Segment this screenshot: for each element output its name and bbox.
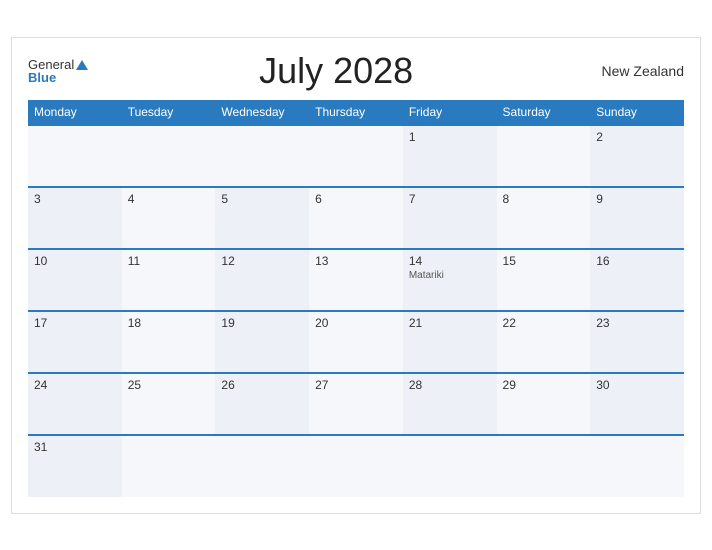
day-cell: 13 <box>309 249 403 311</box>
logo: General Blue <box>28 58 88 84</box>
day-number: 18 <box>128 316 210 330</box>
day-cell: 14 Matariki <box>403 249 497 311</box>
day-cell: 23 <box>590 311 684 373</box>
day-number: 12 <box>221 254 303 268</box>
day-number: 26 <box>221 378 303 392</box>
day-number: 22 <box>503 316 585 330</box>
logo-general-text: General <box>28 58 88 71</box>
day-cell: 21 <box>403 311 497 373</box>
header-friday: Friday <box>403 100 497 125</box>
day-number: 1 <box>409 130 491 144</box>
calendar-title: July 2028 <box>88 50 584 92</box>
day-cell <box>215 435 309 497</box>
calendar-week-6: 31 <box>28 435 684 497</box>
day-number: 4 <box>128 192 210 206</box>
day-number: 10 <box>34 254 116 268</box>
day-cell: 28 <box>403 373 497 435</box>
day-number: 16 <box>596 254 678 268</box>
day-number: 5 <box>221 192 303 206</box>
day-cell: 30 <box>590 373 684 435</box>
day-cell: 3 <box>28 187 122 249</box>
day-number: 14 <box>409 254 491 268</box>
day-cell <box>215 125 309 187</box>
day-cell: 16 <box>590 249 684 311</box>
calendar-body: 1234567891011121314Matariki1516171819202… <box>28 125 684 497</box>
day-number: 8 <box>503 192 585 206</box>
day-cell: 8 <box>497 187 591 249</box>
day-cell: 24 <box>28 373 122 435</box>
calendar-week-1: 12 <box>28 125 684 187</box>
day-cell: 2 <box>590 125 684 187</box>
day-cell: 6 <box>309 187 403 249</box>
day-cell: 4 <box>122 187 216 249</box>
day-cell <box>497 435 591 497</box>
day-cell: 17 <box>28 311 122 373</box>
day-cell <box>590 435 684 497</box>
holiday-label: Matariki <box>409 270 491 281</box>
header-saturday: Saturday <box>497 100 591 125</box>
day-number: 24 <box>34 378 116 392</box>
header-sunday: Sunday <box>590 100 684 125</box>
header-monday: Monday <box>28 100 122 125</box>
day-cell: 18 <box>122 311 216 373</box>
day-cell <box>122 125 216 187</box>
day-cell <box>122 435 216 497</box>
day-cell: 11 <box>122 249 216 311</box>
day-cell <box>309 435 403 497</box>
day-number: 20 <box>315 316 397 330</box>
day-number: 13 <box>315 254 397 268</box>
day-number: 7 <box>409 192 491 206</box>
day-number: 11 <box>128 254 210 268</box>
day-number: 31 <box>34 440 116 454</box>
day-number: 15 <box>503 254 585 268</box>
day-cell: 25 <box>122 373 216 435</box>
day-cell: 5 <box>215 187 309 249</box>
day-number: 28 <box>409 378 491 392</box>
day-cell <box>497 125 591 187</box>
calendar-header: General Blue July 2028 New Zealand <box>28 50 684 92</box>
day-number: 30 <box>596 378 678 392</box>
day-number: 29 <box>503 378 585 392</box>
logo-blue-text: Blue <box>28 71 88 84</box>
day-number: 17 <box>34 316 116 330</box>
day-cell: 1 <box>403 125 497 187</box>
weekday-header-row: Monday Tuesday Wednesday Thursday Friday… <box>28 100 684 125</box>
day-number: 3 <box>34 192 116 206</box>
day-cell <box>28 125 122 187</box>
day-number: 23 <box>596 316 678 330</box>
day-cell: 26 <box>215 373 309 435</box>
calendar-week-5: 24 25 26 27 28 29 30 <box>28 373 684 435</box>
day-cell: 20 <box>309 311 403 373</box>
day-cell: 19 <box>215 311 309 373</box>
day-cell <box>403 435 497 497</box>
day-number: 27 <box>315 378 397 392</box>
day-cell: 31 <box>28 435 122 497</box>
day-number: 21 <box>409 316 491 330</box>
day-cell: 29 <box>497 373 591 435</box>
day-cell: 10 <box>28 249 122 311</box>
day-number: 9 <box>596 192 678 206</box>
day-cell: 7 <box>403 187 497 249</box>
calendar-week-2: 3456789 <box>28 187 684 249</box>
header-tuesday: Tuesday <box>122 100 216 125</box>
header-thursday: Thursday <box>309 100 403 125</box>
header-wednesday: Wednesday <box>215 100 309 125</box>
day-number: 2 <box>596 130 678 144</box>
day-cell: 12 <box>215 249 309 311</box>
day-cell <box>309 125 403 187</box>
logo-triangle-icon <box>76 60 88 70</box>
day-number: 25 <box>128 378 210 392</box>
day-cell: 22 <box>497 311 591 373</box>
calendar-grid: Monday Tuesday Wednesday Thursday Friday… <box>28 100 684 497</box>
day-cell: 9 <box>590 187 684 249</box>
calendar-container: General Blue July 2028 New Zealand Monda… <box>11 37 701 514</box>
day-number: 19 <box>221 316 303 330</box>
country-label: New Zealand <box>584 63 684 79</box>
calendar-week-3: 10 11 12 13 14 Matariki 15 16 <box>28 249 684 311</box>
day-cell: 15 <box>497 249 591 311</box>
day-cell: 27 <box>309 373 403 435</box>
calendar-week-4: 17 18 19 20 21 22 23 <box>28 311 684 373</box>
day-number: 6 <box>315 192 397 206</box>
